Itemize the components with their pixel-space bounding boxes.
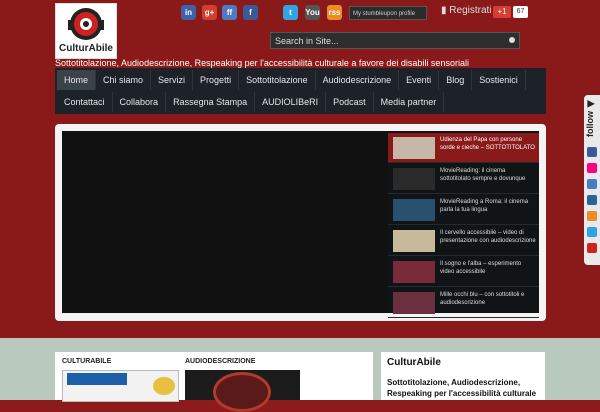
slide-thumbnail-image (393, 261, 435, 283)
nav-item-sottotitolazione[interactable]: Sottotitolazione (239, 70, 316, 90)
social-glyph: t (289, 8, 292, 17)
slide-thumbnail-title: Udienza del Papa con persone sorde e cie… (440, 137, 535, 151)
slide-thumbnail[interactable]: Il sogno e l'alba – esperimento video ac… (388, 257, 539, 287)
sidebar-description: Sottotitolazione, Audiodescrizione, Resp… (387, 378, 537, 398)
follow-friendfeed-icon[interactable] (587, 179, 597, 189)
follow-linkedin-icon[interactable] (587, 195, 597, 205)
content-columns: CULTURABILE AUDIODESCRIZIONE (55, 352, 373, 412)
follow-label: follow ◀ (585, 98, 595, 138)
slide-thumbnail[interactable]: MovieReading: il cinema sottotitolato se… (388, 164, 539, 194)
site-logo[interactable]: CulturAbile (55, 3, 117, 59)
slide-thumbnail[interactable]: MovieReading a Roma: il cinema parla la … (388, 195, 539, 225)
column-image-banner (67, 373, 127, 385)
slide-thumbnail-image (393, 292, 435, 314)
social-glyph: f (249, 8, 252, 17)
rss-icon[interactable]: rss (327, 5, 342, 20)
facebook-icon[interactable]: f (243, 5, 258, 20)
video-player[interactable] (62, 131, 388, 313)
slide-thumbnail[interactable]: Udienza del Papa con persone sorde e cie… (388, 133, 539, 163)
column-image-sun-icon (153, 377, 175, 395)
follow-facebook-icon[interactable] (587, 147, 597, 157)
sidebar-title: CulturAbile (387, 357, 441, 368)
slide-thumbnail-image (393, 137, 435, 159)
nav-item-media-partner[interactable]: Media partner (374, 92, 445, 112)
register-link[interactable]: ▮ Registrati (441, 5, 492, 16)
nav-item-chi-siamo[interactable]: Chi siamo (96, 70, 152, 90)
nav-item-audiodescrizione[interactable]: Audiodescrizione (316, 70, 400, 90)
nav-item-home[interactable]: Home (57, 70, 97, 90)
slide-thumbnail-image (393, 230, 435, 252)
follow-twitter-icon[interactable] (587, 227, 597, 237)
linkedin-icon[interactable]: in (181, 5, 196, 20)
column-title-culturabile: CULTURABILE (62, 358, 112, 365)
social-glyph: You (305, 8, 320, 17)
column-image-headphones-icon (213, 372, 271, 412)
nav-item-contattaci[interactable]: Contattaci (57, 92, 113, 112)
sidebar-about: CulturAbile Sottotitolazione, Audiodescr… (381, 352, 545, 400)
social-glyph: ff (226, 8, 233, 17)
logo-text: CulturAbile (59, 43, 113, 54)
search-input[interactable] (271, 33, 501, 48)
slide-thumbnail-title: Il sogno e l'alba – esperimento video ac… (440, 261, 522, 275)
google-plus-one-button[interactable]: +1 (493, 6, 511, 18)
column-image-audiodescrizione[interactable] (185, 370, 300, 412)
slide-thumbnail-title: Il cervello accessibile – video di prese… (440, 230, 536, 244)
slide-thumbnail[interactable]: Il cervello accessibile – video di prese… (388, 226, 539, 256)
featured-slider: Udienza del Papa con persone sorde e cie… (55, 124, 546, 321)
follow-text: follow (585, 111, 595, 138)
youtube-icon[interactable]: You (305, 5, 320, 20)
google-plus-count: 67 (513, 6, 528, 18)
stumbleupon-profile-link[interactable]: My stumbleupon profile (349, 6, 427, 20)
slide-thumbnail-title: MovieReading: il cinema sottotitolato se… (440, 168, 526, 182)
nav-item-audioliberi[interactable]: AUDIOLIBeRI (255, 92, 327, 112)
twitter-icon[interactable]: t (283, 5, 298, 20)
follow-tab[interactable]: follow ◀ (584, 95, 600, 265)
nav-item-servizi[interactable]: Servizi (151, 70, 194, 90)
social-glyph: g+ (204, 8, 215, 17)
column-title-audiodescrizione: AUDIODESCRIZIONE (185, 358, 256, 365)
nav-row-1: Home Chi siamo Servizi Progetti Sottotitolaz… (57, 70, 526, 91)
slide-thumbnail[interactable]: Mille occhi blu – con sottotitoli e audi… (388, 288, 539, 318)
register-label: Registrati (449, 5, 492, 16)
site-tagline: Sottotitolazione, Audiodescrizione, Resp… (55, 58, 469, 68)
nav-item-sostienici[interactable]: Sostienici (472, 70, 526, 90)
nav-item-progetti[interactable]: Progetti (193, 70, 240, 90)
nav-item-blog[interactable]: Blog (439, 70, 473, 90)
nav-row-2: Contattaci Collabora Rassegna Stampa AUDIOL… (57, 92, 445, 113)
search-box (270, 32, 520, 49)
nav-item-eventi[interactable]: Eventi (399, 70, 440, 90)
follow-flickr-icon[interactable] (587, 163, 597, 173)
slide-thumbnail-image (393, 199, 435, 221)
slider-thumbnails: Udienza del Papa con persone sorde e cie… (388, 131, 539, 318)
social-glyph: rss (328, 8, 341, 17)
nav-item-collabora[interactable]: Collabora (113, 92, 167, 112)
follow-rss-icon[interactable] (587, 211, 597, 221)
column-image-culturabile[interactable] (62, 370, 179, 402)
search-icon[interactable] (509, 37, 515, 43)
slide-thumbnail-title: MovieReading a Roma: il cinema parla la … (440, 199, 529, 213)
friendfeed-icon[interactable]: ff (222, 5, 237, 20)
slide-thumbnail-title: Mille occhi blu – con sottotitoli e audi… (440, 292, 525, 306)
headphones-eye-icon (68, 8, 104, 40)
google-plus-icon[interactable]: g+ (202, 5, 217, 20)
follow-youtube-icon[interactable] (587, 243, 597, 253)
nav-item-rassegna-stampa[interactable]: Rassegna Stampa (166, 92, 256, 112)
slide-thumbnail-image (393, 168, 435, 190)
main-navigation: Home Chi siamo Servizi Progetti Sottotitolaz… (55, 68, 546, 114)
nav-item-podcast[interactable]: Podcast (326, 92, 374, 112)
social-glyph: in (184, 8, 193, 17)
